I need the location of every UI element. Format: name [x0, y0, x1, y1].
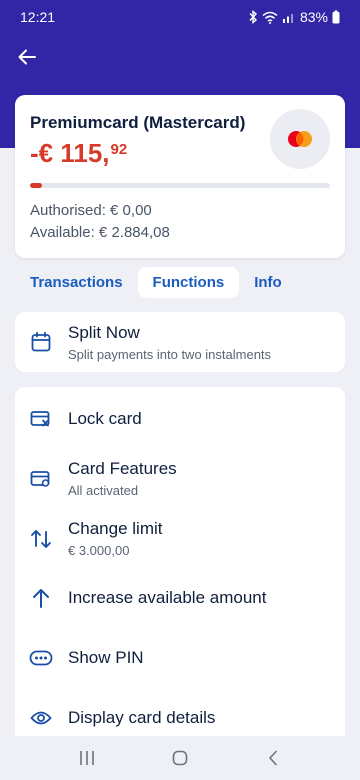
- swap-vertical-icon: [29, 527, 53, 551]
- card-details-title: Display card details: [68, 708, 216, 727]
- change-limit-item[interactable]: Change limit € 3.000,00: [15, 515, 345, 561]
- mastercard-logo: [270, 109, 330, 169]
- battery-icon: [332, 10, 340, 24]
- signal-icon: [282, 14, 293, 23]
- lock-card-item[interactable]: Lock card: [15, 401, 345, 435]
- recent-apps-icon: [79, 751, 94, 765]
- show-pin-title: Show PIN: [68, 648, 144, 667]
- card-title: Premiumcard (Mastercard): [30, 113, 246, 132]
- status-icons: 83%: [248, 9, 340, 25]
- split-now-card[interactable]: Split Now Split payments into two instal…: [15, 312, 345, 372]
- authorised-amount: Authorised: € 0,00: [30, 202, 152, 219]
- increase-amount-text: Increase available amount: [68, 588, 266, 608]
- arrow-up-icon: [29, 586, 53, 610]
- balance-main: -€ 115,: [30, 138, 110, 168]
- split-now-text: Split Now Split payments into two instal…: [68, 323, 271, 362]
- change-limit-title: Change limit: [68, 519, 163, 538]
- card-features-subtitle: All activated: [68, 483, 139, 498]
- card-functions-menu: Lock card Card Features All activated Ch…: [15, 387, 345, 747]
- card-balance: -€ 115, 92: [30, 138, 127, 169]
- mastercard-circles-icon: [288, 131, 312, 147]
- wifi-icon: [262, 11, 278, 24]
- balance-cents: 92: [110, 141, 128, 158]
- increase-amount-title: Increase available amount: [68, 588, 267, 607]
- tab-bar: Transactions Functions Info: [15, 266, 345, 298]
- status-time: 12:21: [20, 9, 56, 25]
- change-limit-subtitle: € 3.000,00: [68, 543, 130, 558]
- lock-card-title: Lock card: [68, 409, 142, 428]
- card-features-title: Card Features: [68, 459, 177, 478]
- pin-dots-icon: [29, 646, 53, 670]
- credit-usage-bar: [30, 183, 330, 188]
- chevron-left-icon: [269, 750, 278, 766]
- card-details-text: Display card details: [68, 708, 215, 728]
- available-amount: Available: € 2.884,08: [30, 224, 170, 241]
- show-pin-item[interactable]: Show PIN: [15, 643, 345, 673]
- split-now-title: Split Now: [68, 323, 140, 342]
- eye-icon: [29, 706, 53, 730]
- credit-usage-fill: [30, 183, 42, 188]
- card-details-item[interactable]: Display card details: [15, 703, 345, 733]
- tab-transactions[interactable]: Transactions: [15, 267, 138, 298]
- system-navigation-bar: [0, 736, 360, 780]
- card-summary-panel[interactable]: Premiumcard (Mastercard) -€ 115, 92 Auth…: [15, 95, 345, 258]
- tab-info[interactable]: Info: [239, 267, 297, 298]
- home-button[interactable]: [160, 743, 200, 773]
- back-button[interactable]: [14, 44, 40, 70]
- split-now-item[interactable]: Split Now Split payments into two instal…: [15, 312, 345, 372]
- card-settings-icon: [29, 467, 53, 491]
- bluetooth-icon: [249, 10, 257, 24]
- card-lock-icon: [29, 407, 53, 431]
- increase-amount-item[interactable]: Increase available amount: [15, 583, 345, 613]
- change-limit-text: Change limit € 3.000,00: [68, 519, 163, 558]
- tab-functions[interactable]: Functions: [137, 266, 240, 298]
- calendar-icon: [29, 330, 53, 354]
- status-bar: 12:21 83%: [0, 0, 360, 34]
- card-features-item[interactable]: Card Features All activated: [15, 455, 345, 501]
- card-features-text: Card Features All activated: [68, 459, 177, 498]
- system-back-button[interactable]: [253, 743, 293, 773]
- arrow-left-icon: [18, 49, 36, 65]
- recent-apps-button[interactable]: [67, 743, 107, 773]
- split-now-subtitle: Split payments into two instalments: [68, 347, 272, 362]
- home-icon: [172, 750, 188, 766]
- battery-percent: 83%: [299, 9, 328, 25]
- lock-card-text: Lock card: [68, 409, 142, 429]
- show-pin-text: Show PIN: [68, 648, 144, 668]
